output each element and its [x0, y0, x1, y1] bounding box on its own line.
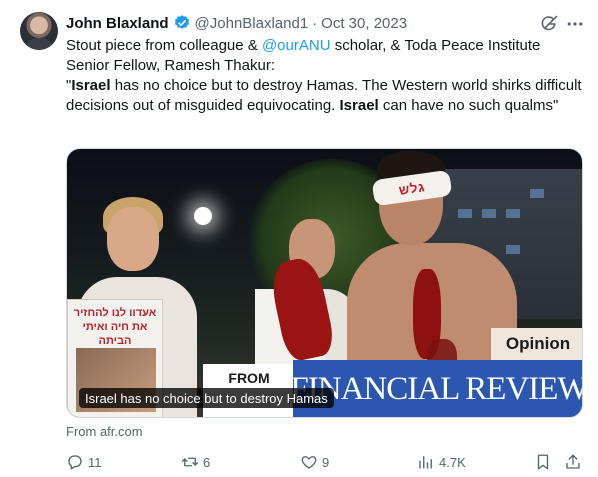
- link-card-title[interactable]: Israel has no choice but to destroy Hama…: [79, 388, 334, 408]
- reply-icon: [68, 455, 82, 470]
- action-bar: 11 6 9 4.7K: [66, 450, 586, 474]
- repost-button[interactable]: 6: [181, 450, 210, 474]
- bookmark-icon: [537, 454, 549, 470]
- link-card-title-text: Israel has no choice but to destroy Hama…: [85, 390, 328, 406]
- opinion-badge: Opinion: [491, 328, 582, 360]
- mention-link[interactable]: @ourANU: [262, 37, 331, 54]
- like-icon: [301, 456, 317, 469]
- like-button[interactable]: 9: [300, 450, 329, 474]
- quote-bold-2: Israel: [339, 97, 379, 114]
- author-avatar[interactable]: [20, 12, 58, 50]
- more-icon[interactable]: [565, 14, 585, 34]
- repost-count: 6: [203, 454, 211, 470]
- tweet-text-intro: Stout piece from colleague &: [66, 37, 262, 54]
- tweet-header: John Blaxland @JohnBlaxland1 · Oct 30, 2…: [66, 13, 407, 33]
- link-source[interactable]: From afr.com: [66, 424, 143, 439]
- bookmark-button[interactable]: [534, 450, 552, 474]
- tweet-date[interactable]: Oct 30, 2023: [321, 15, 407, 32]
- grok-icon[interactable]: [539, 14, 559, 34]
- blindfold-text: גלש: [397, 178, 427, 198]
- repost-icon: [181, 457, 199, 467]
- publication-banner: FINANCIAL REVIEW: [290, 360, 583, 417]
- tweet-text-line2: Senior Fellow, Ramesh Thakur:: [66, 57, 275, 74]
- sign-left-text: אעדוו לנו להחזיר את חיה ואיתי הביתה: [73, 307, 157, 347]
- tweet-text: Stout piece from colleague & @ourANU sch…: [66, 36, 586, 116]
- views-button[interactable]: 4.7K: [417, 450, 466, 474]
- share-icon: [566, 454, 580, 469]
- reply-count: 11: [88, 454, 102, 470]
- author-name[interactable]: John Blaxland: [66, 15, 169, 32]
- verified-badge-icon[interactable]: [173, 14, 191, 32]
- opinion-label: Opinion: [505, 334, 571, 353]
- reply-button[interactable]: 11: [66, 450, 102, 474]
- views-count: 4.7K: [439, 454, 466, 470]
- share-button[interactable]: [564, 450, 582, 474]
- quote-part-2: can have no such qualms": [378, 97, 559, 114]
- views-icon: [419, 456, 432, 469]
- quote-bold-1: Israel: [71, 77, 111, 94]
- tweet-text-intro-end: scholar, & Toda Peace Institute: [330, 37, 541, 54]
- link-card-image[interactable]: אעדוו לנו להחזיר את חיה ואיתי הביתה החזי…: [66, 148, 583, 418]
- like-count: 9: [322, 454, 330, 470]
- publication-name: FINANCIAL REVIEW: [290, 371, 583, 407]
- from-label: FROM: [228, 370, 270, 386]
- separator-dot: ·: [312, 14, 318, 32]
- author-handle[interactable]: @JohnBlaxland1: [195, 15, 309, 32]
